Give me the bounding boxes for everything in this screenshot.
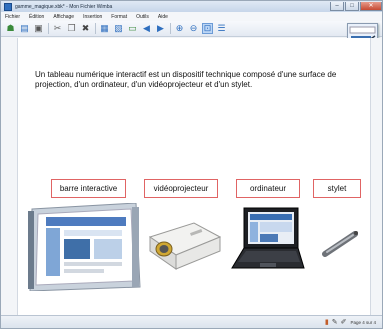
capture-icon[interactable]: ▧ (113, 23, 124, 34)
menu-insertion[interactable]: Insertion (83, 14, 102, 20)
intro-paragraph[interactable]: Un tableau numérique interactif est un d… (35, 70, 353, 90)
cut-icon[interactable]: ✂ (52, 23, 63, 34)
label-stylet[interactable]: stylet (313, 179, 361, 198)
menu-outils[interactable]: Outils (136, 14, 149, 20)
menu-bar: Fichier Édition Affichage Insertion Form… (1, 12, 382, 21)
zoom-out-icon[interactable]: ⊖ (188, 23, 199, 34)
next-page-icon[interactable]: ▶ (155, 23, 166, 34)
laptop-image[interactable] (228, 206, 306, 276)
toolbar-separator (95, 23, 96, 34)
menu-edition[interactable]: Édition (29, 14, 44, 20)
toolbox-icon[interactable]: ☰ (216, 23, 227, 34)
toolbar-separator (48, 23, 49, 34)
toolbar: ☗ ▤ ▣ ✂ ❐ ✖ ▦ ▧ ▭ ◀ ▶ ⊕ ⊖ ⊡ ☰ (1, 21, 382, 37)
menu-aide[interactable]: Aide (158, 14, 168, 20)
menu-fichier[interactable]: Fichier (5, 14, 20, 20)
label-barre-interactive[interactable]: barre interactive (51, 179, 126, 198)
zoom-in-icon[interactable]: ⊕ (174, 23, 185, 34)
window-controls: – □ ✕ (329, 1, 382, 12)
page-canvas[interactable]: Un tableau numérique interactif est un d… (17, 38, 371, 315)
title-bar: gamme_magique.xbk* - Mon Fichier Wimba –… (1, 1, 382, 12)
stylus-image[interactable] (321, 228, 361, 258)
label-videoprojecteur[interactable]: vidéoprojecteur (144, 179, 218, 198)
videoprojector-image[interactable] (146, 215, 224, 275)
right-margin (371, 38, 382, 315)
insert-page-icon[interactable]: ▭ (127, 23, 138, 34)
open-icon[interactable]: ▤ (19, 23, 30, 34)
page-indicator: Page 4 sur 4 (350, 319, 376, 325)
pencil-icon[interactable]: ✎ (332, 318, 338, 326)
toolbar-separator (170, 23, 171, 34)
new-icon[interactable]: ☗ (5, 23, 16, 34)
previous-page-icon[interactable]: ◀ (141, 23, 152, 34)
pen-tray-icon[interactable]: ▮ (325, 318, 329, 326)
label-ordinateur[interactable]: ordinateur (236, 179, 300, 198)
screen-icon[interactable]: ▦ (99, 23, 110, 34)
eraser-icon[interactable]: ✐ (341, 318, 347, 326)
zoom-fit-icon[interactable]: ⊡ (202, 23, 213, 34)
menu-format[interactable]: Format (111, 14, 127, 20)
maximize-button[interactable]: □ (345, 1, 359, 11)
left-margin (1, 38, 17, 315)
menu-affichage[interactable]: Affichage (53, 14, 74, 20)
copy-icon[interactable]: ❐ (66, 23, 77, 34)
window-title: gamme_magique.xbk* - Mon Fichier Wimba (15, 3, 113, 10)
app-icon (4, 2, 12, 11)
application-window: gamme_magique.xbk* - Mon Fichier Wimba –… (0, 0, 383, 329)
minimize-button[interactable]: – (330, 1, 344, 11)
save-icon[interactable]: ▣ (33, 23, 44, 34)
status-bar: ▮ ✎ ✐ Page 4 sur 4 (1, 315, 382, 328)
delete-icon[interactable]: ✖ (80, 23, 91, 34)
close-button[interactable]: ✕ (360, 1, 382, 11)
interactive-whiteboard-image[interactable] (28, 203, 143, 291)
